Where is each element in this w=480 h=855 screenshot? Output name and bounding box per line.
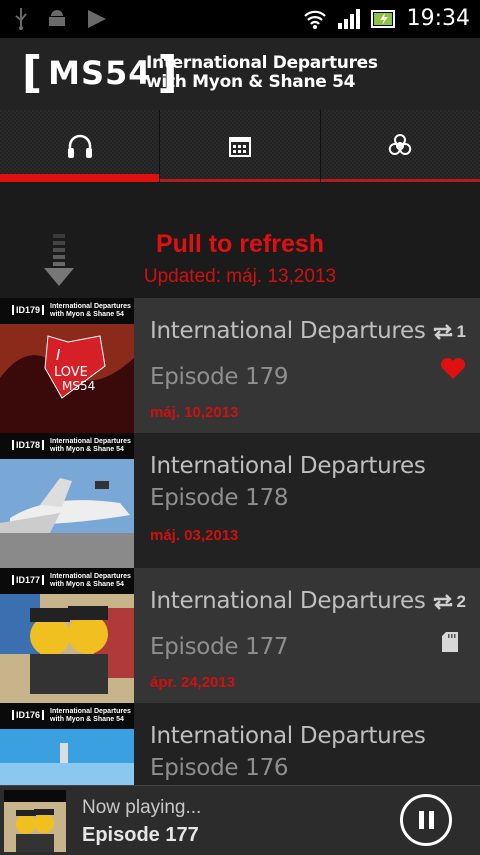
episode-name: Episode 179 [150, 364, 289, 390]
svg-text:LOVE: LOVE [54, 365, 88, 380]
svg-text:I: I [56, 346, 61, 364]
header-title: International Departures with Myon & Sha… [146, 54, 378, 92]
episode-date: máj. 03,2013 [150, 527, 239, 544]
now-playing-episode: Episode 177 [82, 824, 199, 846]
status-bar: 19:34 [0, 0, 480, 38]
episode-name: Episode 177 [150, 634, 289, 660]
episode-thumbnail: ID178 International Departures with Myon… [0, 433, 134, 568]
logo-bracket-left: [ [22, 47, 43, 98]
episode-title: International Departures [150, 453, 426, 479]
repeat-count-value: 2 [456, 592, 466, 611]
pause-icon-bar-left [419, 811, 424, 829]
favorite-heart-icon[interactable] [440, 358, 466, 380]
refresh-title: Pull to refresh [155, 230, 325, 258]
episode-date: máj. 10,2013 [150, 404, 239, 421]
refresh-updated: Updated: máj. 13,2013 [143, 266, 337, 287]
list-item[interactable]: ID177 International Departures with Myon… [0, 568, 480, 703]
episode-list: I LOVE MS54 ID179 International Departur… [0, 298, 480, 838]
episode-title: International Departures [150, 588, 426, 614]
thumb-caption: International Departures with Myon & Sha… [50, 573, 131, 588]
headphones-icon [67, 134, 92, 158]
thumb-id: ID178 [12, 440, 45, 450]
repeat-icon [433, 324, 452, 340]
pause-button[interactable] [400, 794, 452, 846]
episode-name: Episode 178 [150, 485, 289, 511]
now-playing-label: Now playing... [82, 797, 202, 818]
episode-date: ápr. 24,2013 [150, 674, 236, 691]
episode-thumbnail: I LOVE MS54 ID179 International Departur… [0, 298, 134, 433]
usb-icon [15, 8, 27, 30]
repeat-count-value: 1 [456, 322, 466, 341]
now-playing-thumbnail [4, 790, 66, 852]
app-header: [ MS54 ] International Departures with M… [0, 38, 480, 111]
episode-thumbnail: ID177 International Departures with Myon… [0, 568, 134, 703]
thumb-id: ID177 [12, 575, 45, 585]
android-debug-icon [49, 10, 65, 26]
tab-indicator [0, 174, 160, 182]
tab-biohazard[interactable] [320, 110, 480, 182]
thumb-id: ID179 [12, 305, 45, 315]
wifi-icon [303, 10, 326, 29]
header-title-line1: International Departures [146, 53, 378, 73]
thumb-caption: International Departures with Myon & Sha… [50, 708, 131, 723]
episode-name: Episode 176 [150, 755, 289, 781]
play-store-icon [88, 10, 106, 28]
repeat-count: 1 [432, 322, 466, 342]
clock: 19:34 [406, 6, 470, 31]
sd-card-icon [442, 632, 458, 652]
episode-title: International Departures [150, 318, 426, 344]
thumb-caption: International Departures with Myon & Sha… [50, 303, 131, 318]
list-item[interactable]: ID178 International Departures with Myon… [0, 433, 480, 568]
pause-icon-bar-right [429, 811, 434, 829]
list-item[interactable]: I LOVE MS54 ID179 International Departur… [0, 298, 480, 433]
header-title-line2: with Myon & Shane 54 [146, 72, 356, 92]
logo-text: MS54 [48, 54, 152, 92]
episode-title: International Departures [150, 723, 426, 749]
repeat-icon [433, 594, 452, 610]
svg-text:MS54: MS54 [62, 379, 95, 393]
now-playing-bar[interactable]: Now playing... Episode 177 [0, 785, 480, 855]
thumb-id: ID176 [12, 710, 45, 720]
repeat-count: 2 [432, 592, 466, 612]
battery-charging-icon [370, 9, 395, 28]
biohazard-icon [389, 134, 412, 155]
tab-calendar[interactable] [160, 110, 321, 182]
signal-icon [337, 8, 360, 29]
thumb-caption: International Departures with Myon & Sha… [50, 438, 131, 453]
calendar-icon [228, 137, 251, 157]
tab-episodes[interactable] [0, 110, 161, 182]
pull-to-refresh: Pull to refresh Updated: máj. 13,2013 [0, 182, 480, 298]
now-playing-artwork [4, 790, 66, 852]
tab-bar [0, 110, 480, 182]
